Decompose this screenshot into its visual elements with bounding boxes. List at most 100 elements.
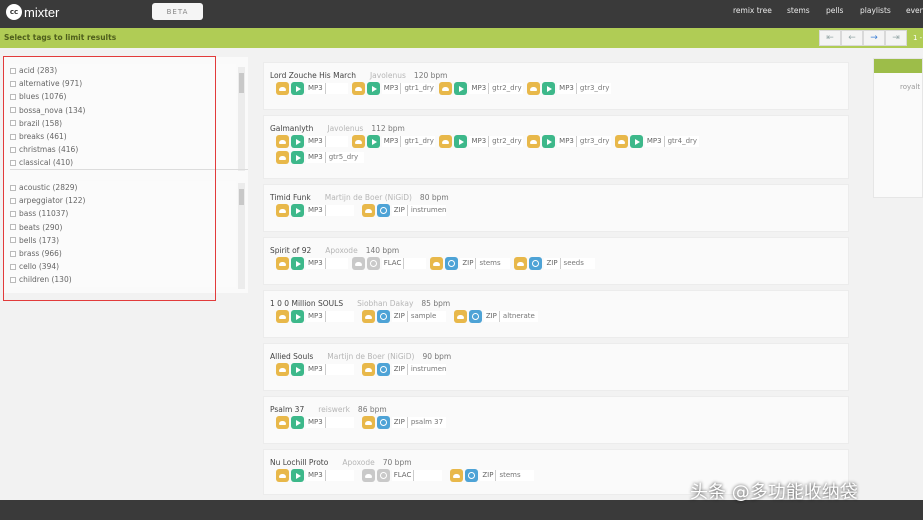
download-cloud-icon[interactable] [439,82,453,95]
play-icon[interactable] [454,135,468,148]
download-cloud-icon[interactable] [527,82,541,95]
info-icon[interactable] [366,257,380,270]
download-cloud-icon[interactable] [450,469,464,482]
play-icon[interactable] [454,82,468,95]
download-cloud-icon[interactable] [361,469,375,482]
play-icon[interactable] [366,82,380,95]
info-icon[interactable] [468,310,482,323]
track-title[interactable]: Psalm 37 [270,405,304,414]
play-icon[interactable] [291,257,304,270]
track-artist[interactable]: Siobhan Dakay [357,299,413,308]
play-icon[interactable] [291,363,304,376]
scrollbar-thumb[interactable] [239,189,244,205]
play-icon[interactable] [629,135,643,148]
nav-link-playlists[interactable]: playlists [860,6,891,15]
track-title[interactable]: Nu Lochill Proto [270,458,328,467]
first-page-icon: ⇤ [826,33,834,43]
prev-page-button[interactable]: ← [841,30,863,46]
track-artist[interactable]: Martijn de Boer (NiGiD) [327,352,414,361]
track-artist[interactable]: Javolenus [370,71,406,80]
download-cloud-icon[interactable] [351,135,365,148]
track-title[interactable]: Spirit of 92 [270,246,311,255]
download-cloud-icon[interactable] [351,82,365,95]
track-artist[interactable]: Apoxode [342,458,374,467]
download-cloud-icon[interactable] [361,363,375,376]
track-bpm: 112 bpm [371,124,405,133]
play-icon[interactable] [291,82,304,95]
download-cloud-icon[interactable] [276,310,289,323]
play-icon[interactable] [291,204,304,217]
first-page-button[interactable]: ⇤ [819,30,841,46]
ccmixter-logo[interactable]: cc mixter [6,4,59,20]
download-item: FLAC [351,257,427,270]
play-icon[interactable] [291,416,304,429]
next-page-button[interactable]: → [863,30,885,46]
info-icon[interactable] [376,363,390,376]
download-cloud-icon[interactable] [439,135,453,148]
last-page-icon: ⇥ [892,33,900,43]
play-icon[interactable] [291,469,304,482]
track-title[interactable]: Galmanlyth [270,124,313,133]
file-format-label: ZIP [391,311,408,322]
nav-link-stems[interactable]: stems [787,6,810,15]
track-artist[interactable]: Martijn de Boer (NiGiD) [325,193,412,202]
genre-tag-scrollbar[interactable] [238,67,245,171]
download-cloud-icon[interactable] [361,204,375,217]
download-cloud-icon[interactable] [276,204,289,217]
track-artist[interactable]: Javolenus [327,124,363,133]
scrollbar-thumb[interactable] [239,73,244,93]
download-cloud-icon[interactable] [361,416,375,429]
info-icon[interactable] [376,469,390,482]
info-icon[interactable] [465,469,479,482]
play-icon[interactable] [366,135,380,148]
track-artist[interactable]: reiswerk [318,405,350,414]
page-indicator: 1 - [907,30,923,46]
download-cloud-icon[interactable] [276,363,289,376]
info-icon[interactable] [376,416,390,429]
instrument-tag-scrollbar[interactable] [238,183,245,289]
nav-link-pells[interactable]: pells [826,6,843,15]
track-title[interactable]: Timid Funk [270,193,311,202]
file-format-label: MP3 [306,83,326,94]
track-title[interactable]: 1 0 0 Million SOULS [270,299,343,308]
info-icon[interactable] [529,257,543,270]
info-icon[interactable] [376,204,390,217]
download-cloud-icon[interactable] [276,416,289,429]
info-icon[interactable] [445,257,459,270]
download-cloud-icon[interactable] [514,257,528,270]
file-format-label: ZIP [391,205,408,216]
play-icon[interactable] [542,135,556,148]
track-header: Nu Lochill Proto Apoxode 70 bpm [270,458,412,467]
play-icon[interactable] [291,135,304,148]
file-format-label: MP3 [306,152,326,163]
track-header: Spirit of 92 Apoxode 140 bpm [270,246,399,255]
download-cloud-icon[interactable] [430,257,444,270]
file-format-label: ZIP [391,364,408,375]
track-title[interactable]: Allied Souls [270,352,313,361]
nav-link-remix-tree[interactable]: remix tree [733,6,772,15]
nav-link-even[interactable]: even [906,6,923,15]
download-cloud-icon[interactable] [276,151,289,164]
download-cloud-icon[interactable] [276,135,289,148]
download-row: MP3 gtr5_dry [276,151,372,164]
last-page-button[interactable]: ⇥ [885,30,907,46]
play-icon[interactable] [291,151,304,164]
download-cloud-icon[interactable] [361,310,375,323]
download-cloud-icon[interactable] [453,310,467,323]
download-cloud-icon[interactable] [276,257,289,270]
play-icon[interactable] [542,82,556,95]
download-cloud-icon[interactable] [351,257,365,270]
file-name-label: instrumen [407,205,446,216]
file-name-label: gtr2_dry [489,136,524,147]
download-cloud-icon[interactable] [527,135,541,148]
download-cloud-icon[interactable] [276,469,289,482]
track-title[interactable]: Lord Zouche His March [270,71,356,80]
info-icon[interactable] [376,310,390,323]
track-header: Galmanlyth Javolenus 112 bpm [270,124,405,133]
play-icon[interactable] [291,310,304,323]
download-item: FLAC [361,469,443,482]
track-artist[interactable]: Apoxode [325,246,357,255]
download-cloud-icon[interactable] [276,82,289,95]
beta-button[interactable]: BETA [152,3,203,20]
download-cloud-icon[interactable] [614,135,628,148]
